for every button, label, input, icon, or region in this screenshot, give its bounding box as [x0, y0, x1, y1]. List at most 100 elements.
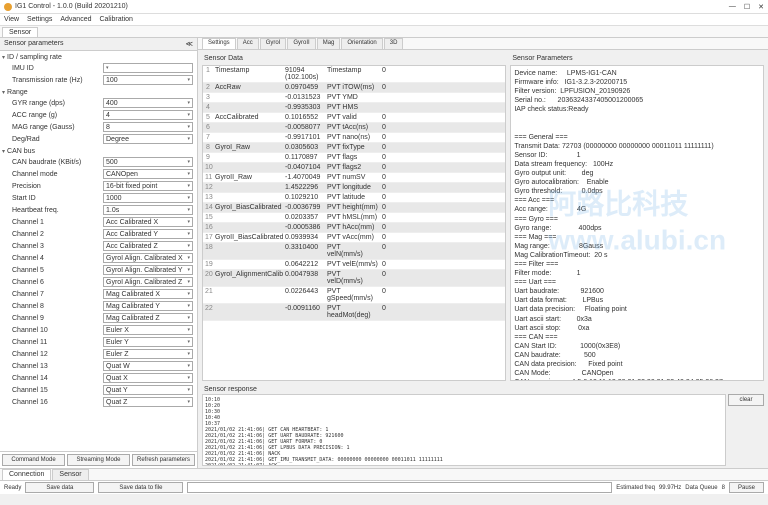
table-row: 1Timestamp91094 (102.100s)Timestamp0 — [203, 66, 505, 83]
app-icon — [4, 3, 12, 11]
param-select[interactable]: 1000 — [103, 193, 193, 203]
table-row: 20GyroI_AlignmentCalibra…0.0047938PVT ve… — [203, 270, 505, 287]
param-label: Deg/Rad — [12, 136, 100, 143]
pause-button[interactable]: Pause — [729, 482, 764, 493]
param-select[interactable]: Quat X — [103, 373, 193, 383]
group-id[interactable]: ID / sampling rate — [2, 53, 195, 62]
sensor-response-header: Sensor response — [198, 385, 768, 394]
table-row: 22-0.0091160PVT headMot(deg)0 — [203, 304, 505, 321]
param-select[interactable]: Euler Y — [103, 337, 193, 347]
param-label: Channel 8 — [12, 303, 100, 310]
tab-gyroii[interactable]: GyroII — [287, 38, 315, 49]
param-select[interactable]: Quat W — [103, 361, 193, 371]
param-label: Channel 9 — [12, 315, 100, 322]
param-select[interactable]: 16-bit fixed point — [103, 181, 193, 191]
data-queue-value: 8 — [722, 485, 725, 491]
tab-mag[interactable]: Mag — [317, 38, 341, 49]
param-label: Channel 2 — [12, 231, 100, 238]
param-select[interactable] — [103, 63, 193, 73]
table-row: 7-0.9917101PVT nano(ns)0 — [203, 133, 505, 143]
group-can[interactable]: CAN bus — [2, 147, 195, 156]
param-select[interactable]: Euler Z — [103, 349, 193, 359]
param-select[interactable]: Acc Calibrated X — [103, 217, 193, 227]
tab-gyroi[interactable]: GyroI — [260, 38, 287, 49]
param-label: Precision — [12, 183, 100, 190]
table-row: 2AccRaw0.0970459PVT iTOW(ms)0 — [203, 83, 505, 93]
param-label: Channel 7 — [12, 291, 100, 298]
minimize-button[interactable]: — — [729, 3, 736, 11]
param-select[interactable]: 500 — [103, 157, 193, 167]
param-select[interactable]: Acc Calibrated Z — [103, 241, 193, 251]
param-select[interactable]: 4 — [103, 110, 193, 120]
table-row: 6-0.0058077PVT tAcc(ns)0 — [203, 123, 505, 133]
param-select[interactable]: GyroI Align. Calibrated Z — [103, 277, 193, 287]
param-select[interactable]: Euler X — [103, 325, 193, 335]
tab-connection[interactable]: Connection — [2, 469, 51, 480]
param-select[interactable]: 8 — [103, 122, 193, 132]
sensor-response-log: 10:10 10:20 10:30 10:40 10:37 2021/01/02… — [202, 394, 726, 466]
tab-orientation[interactable]: Orientation — [341, 38, 382, 49]
collapse-icon[interactable]: ≪ — [186, 40, 193, 48]
group-range[interactable]: Range — [2, 88, 195, 97]
menu-calibration[interactable]: Calibration — [99, 16, 132, 23]
tab-sensor[interactable]: Sensor — [2, 27, 38, 37]
param-label: Channel 5 — [12, 267, 100, 274]
param-label: Transmission rate (Hz) — [12, 77, 100, 84]
param-select[interactable]: GyroI Align. Calibrated Y — [103, 265, 193, 275]
sensor-parameters-header: Sensor Parameters — [510, 54, 764, 63]
command-mode-button[interactable]: Command Mode — [2, 454, 65, 466]
param-select[interactable]: Acc Calibrated Y — [103, 229, 193, 239]
param-select[interactable]: 1.0s — [103, 205, 193, 215]
left-panel-title: Sensor parameters — [4, 40, 64, 48]
sensor-data-header: Sensor Data — [202, 54, 506, 63]
tab-sensor-bottom[interactable]: Sensor — [52, 469, 88, 480]
refresh-parameters-button[interactable]: Refresh parameters — [132, 454, 195, 466]
param-label: Channel 16 — [12, 399, 100, 406]
estimated-freq-label: Estimated freq — [616, 485, 655, 491]
param-label: GYR range (dps) — [12, 100, 100, 107]
menu-advanced[interactable]: Advanced — [60, 16, 91, 23]
param-label: Channel 15 — [12, 387, 100, 394]
menu-settings[interactable]: Settings — [27, 16, 52, 23]
param-select[interactable]: Quat Z — [103, 397, 193, 407]
param-select[interactable]: 100 — [103, 75, 193, 85]
log-line-input[interactable] — [187, 482, 612, 493]
table-row: 150.0203357PVT hMSL(mm)0 — [203, 213, 505, 223]
param-label: Start ID — [12, 195, 100, 202]
param-label: Heartbeat freq. — [12, 207, 100, 214]
streaming-mode-button[interactable]: Streaming Mode — [67, 454, 130, 466]
table-row: 180.3310400PVT velN(mm/s)0 — [203, 243, 505, 260]
param-select[interactable]: CANOpen — [103, 169, 193, 179]
param-label: Channel 6 — [12, 279, 100, 286]
param-select[interactable]: Degree — [103, 134, 193, 144]
table-row: 90.1170897PVT flags0 — [203, 153, 505, 163]
param-select[interactable]: 400 — [103, 98, 193, 108]
estimated-freq-value: 99.97Hz — [659, 485, 681, 491]
sensor-parameters-box: Device name: LPMS-IG1-CAN Firmware info:… — [510, 65, 764, 381]
save-data-file-button[interactable]: Save data to file — [98, 482, 183, 493]
close-button[interactable]: ✕ — [758, 3, 764, 11]
tab-settings[interactable]: Settings — [202, 38, 236, 49]
window-title: IG1 Control - 1.0.0 (Build 20201210) — [15, 3, 128, 10]
param-label: IMU ID — [12, 65, 100, 72]
param-select[interactable]: GyroI Align. Calibrated X — [103, 253, 193, 263]
param-select[interactable]: Mag Calibrated X — [103, 289, 193, 299]
param-select[interactable]: Quat Y — [103, 385, 193, 395]
tab-acc[interactable]: Acc — [237, 38, 259, 49]
tab-3d[interactable]: 3D — [384, 38, 404, 49]
menu-view[interactable]: View — [4, 16, 19, 23]
clear-button[interactable]: clear — [728, 394, 764, 406]
menubar: View Settings Advanced Calibration — [0, 14, 768, 26]
param-select[interactable]: Mag Calibrated Y — [103, 301, 193, 311]
table-row: 210.0226443PVT gSpeed(mm/s)0 — [203, 287, 505, 304]
param-label: Channel 1 — [12, 219, 100, 226]
param-label: Channel 11 — [12, 339, 100, 346]
param-label: Channel 14 — [12, 375, 100, 382]
param-select[interactable]: Mag Calibrated Z — [103, 313, 193, 323]
save-data-button[interactable]: Save data — [25, 482, 94, 493]
param-label: MAG range (Gauss) — [12, 124, 100, 131]
table-row: 17GyroII_BiasCalibrated0.0939934PVT vAcc… — [203, 233, 505, 243]
sensor-data-table: 1Timestamp91094 (102.100s)Timestamp02Acc… — [202, 65, 506, 381]
maximize-button[interactable]: ☐ — [744, 3, 750, 11]
table-row: 10-0.0407104PVT flags20 — [203, 163, 505, 173]
